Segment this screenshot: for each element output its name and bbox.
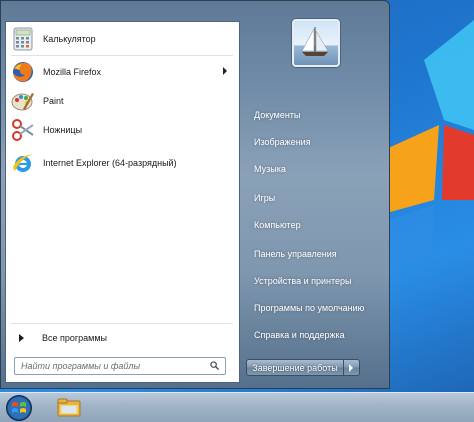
program-label: Paint <box>43 96 64 106</box>
program-label: Калькулятор <box>43 34 96 44</box>
search-icon[interactable] <box>210 361 219 370</box>
link-label: Документы <box>254 110 301 120</box>
start-orb-icon[interactable] <box>4 394 34 422</box>
link-games[interactable]: Игры <box>248 187 381 209</box>
link-label: Изображения <box>254 137 311 147</box>
link-help-support[interactable]: Справка и поддержка <box>248 324 381 346</box>
paint-icon <box>11 89 35 113</box>
link-default-programs[interactable]: Программы по умолчанию <box>248 297 381 319</box>
divider <box>11 55 233 56</box>
shutdown-button[interactable]: Завершение работы <box>246 359 344 376</box>
program-item-calculator[interactable]: Калькулятор <box>9 26 235 52</box>
link-pictures[interactable]: Изображения <box>248 131 381 153</box>
firefox-icon <box>11 60 35 84</box>
link-label: Устройства и принтеры <box>254 276 352 286</box>
shutdown-label: Завершение работы <box>252 362 338 373</box>
program-item-firefox[interactable]: Mozilla Firefox <box>9 59 235 85</box>
link-documents[interactable]: Документы <box>248 104 381 126</box>
link-label: Программы по умолчанию <box>254 303 365 313</box>
windows-explorer-icon[interactable] <box>56 396 82 419</box>
link-music[interactable]: Музыка <box>248 158 381 180</box>
shutdown-options-button[interactable] <box>344 359 360 376</box>
program-label: Mozilla Firefox <box>43 67 102 77</box>
link-control-panel[interactable]: Панель управления <box>248 243 381 265</box>
user-picture[interactable] <box>292 19 340 67</box>
submenu-arrow-icon[interactable] <box>223 67 227 75</box>
link-devices-printers[interactable]: Устройства и принтеры <box>248 270 381 292</box>
link-computer[interactable]: Компьютер <box>248 214 381 236</box>
link-label: Компьютер <box>254 220 301 230</box>
chevron-right-icon <box>349 364 353 372</box>
link-label: Музыка <box>254 164 286 174</box>
start-menu: Калькулятор Mozilla Firefox Paint Ножниц… <box>0 0 390 389</box>
internet-explorer-icon <box>11 151 35 175</box>
all-programs-label: Все программы <box>42 333 108 343</box>
program-item-internet-explorer[interactable]: Internet Explorer (64-разрядный) <box>9 150 235 176</box>
search-input[interactable] <box>21 359 206 373</box>
scissors-icon <box>11 118 35 142</box>
program-label: Internet Explorer (64-разрядный) <box>43 158 177 168</box>
sailboat-icon <box>301 27 329 56</box>
link-label: Справка и поддержка <box>254 330 345 340</box>
expand-arrow-icon <box>19 334 24 342</box>
divider <box>11 323 233 324</box>
link-label: Панель управления <box>254 249 337 259</box>
calculator-icon <box>11 27 35 51</box>
taskbar <box>0 392 474 422</box>
all-programs-button[interactable]: Все программы <box>9 329 235 347</box>
search-box[interactable] <box>14 357 226 375</box>
program-item-paint[interactable]: Paint <box>9 88 235 114</box>
link-label: Игры <box>254 193 276 203</box>
program-item-snipping-tool[interactable]: Ножницы <box>9 117 235 143</box>
program-label: Ножницы <box>43 125 83 135</box>
